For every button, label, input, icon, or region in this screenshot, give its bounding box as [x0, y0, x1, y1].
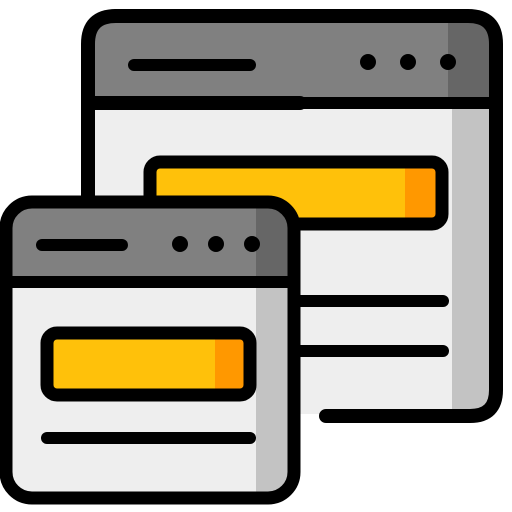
- back-window-body-shade: [452, 100, 494, 414]
- front-window-dot-2: [208, 236, 224, 252]
- icon-canvas: [0, 0, 512, 512]
- front-window-body-shade: [256, 280, 292, 496]
- front-window: [0, 195, 301, 505]
- back-window-dot-1: [360, 54, 376, 70]
- front-window-bar-shade: [215, 337, 246, 391]
- back-window-dot-2: [400, 54, 416, 70]
- front-window-dot-1: [172, 236, 188, 252]
- back-window-dot-3: [440, 54, 456, 70]
- front-window-dot-3: [244, 236, 260, 252]
- browser-windows-icon: [0, 9, 503, 505]
- back-window-bar-shade: [405, 166, 438, 220]
